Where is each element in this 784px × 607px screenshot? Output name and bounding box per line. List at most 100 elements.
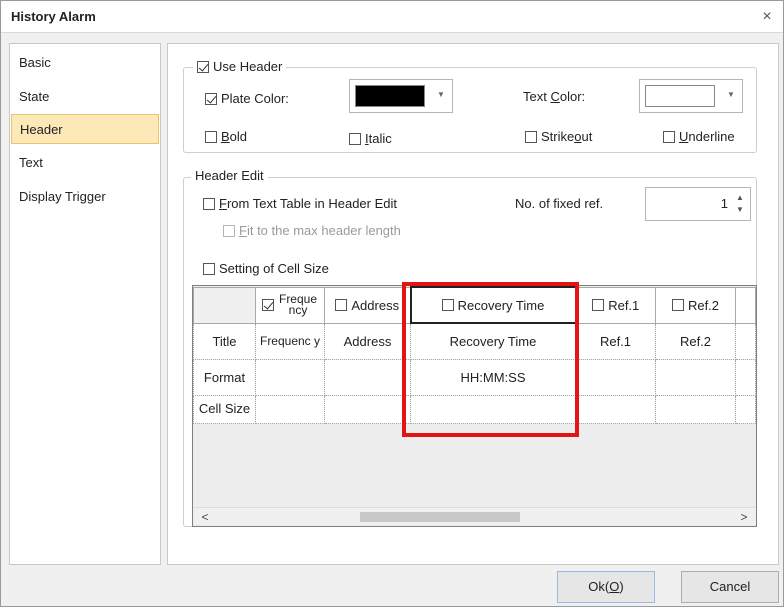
window-title: History Alarm [11,9,96,24]
column-header-address[interactable]: Address [324,286,411,324]
table-cell [735,394,756,424]
grid-overflow-cell [735,286,756,324]
use-header-label: Use Header [213,59,283,74]
column-recovery-time-label: Recovery Time [457,297,545,313]
sidebar-item-header[interactable]: Header [11,114,159,144]
cell-size-check-box[interactable] [203,262,215,275]
column-ref1-check-box[interactable] [592,299,605,311]
column-ref2-check-box[interactable] [671,299,684,311]
ok-button[interactable]: Ok(O) [557,571,655,603]
spin-up-icon[interactable]: ▲ [733,192,747,204]
table-cell[interactable] [255,394,325,424]
spin-down-icon[interactable]: ▼ [733,204,747,216]
plate-color-check-box[interactable] [205,92,217,105]
row-header-cell-size: Cell Size [193,394,256,424]
table-cell[interactable] [410,394,576,424]
column-ref2-label: Ref.2 [687,297,720,313]
column-frequency-check-box[interactable] [262,299,274,311]
fit-max-length-checkbox[interactable]: Fit to the max header length [223,223,401,238]
text-color-label: Text Color: [523,89,586,104]
italic-check-box[interactable] [349,132,361,145]
table-cell[interactable] [324,394,411,424]
column-header-ref1[interactable]: Ref.1 [575,286,656,324]
bold-checkbox[interactable]: Bold [205,129,247,144]
table-cell[interactable] [655,394,736,424]
header-table: Freque ncy Address Recovery Time Ref.1 R… [193,286,756,424]
sidebar-item-state[interactable]: State [11,82,159,112]
sidebar: Basic State Header Text Display Trigger [9,43,161,565]
cell-size-checkbox[interactable]: Setting of Cell Size [203,261,329,276]
text-color-swatch [645,85,715,107]
table-cell[interactable]: Recovery Time [410,322,576,360]
scroll-left-icon[interactable]: < [198,510,212,524]
use-header-check-box[interactable] [197,60,209,73]
scrollbar-thumb[interactable] [360,512,520,522]
table-row: Format HH:MM:SS [193,358,756,396]
fixed-ref-stepper[interactable]: 1 ▲ ▼ [645,187,751,221]
history-alarm-dialog: History Alarm × Basic State Header Text … [0,0,784,607]
fixed-ref-label: No. of fixed ref. [515,196,604,211]
plate-color-checkbox[interactable]: Plate Color: [205,91,289,106]
plate-color-label: Plate Color: [221,91,289,106]
header-grid: Freque ncy Address Recovery Time Ref.1 R… [192,285,757,527]
strikeout-label: Strikeout [541,129,593,144]
table-row: Cell Size [193,394,756,424]
table-cell[interactable] [324,358,411,396]
table-cell[interactable]: Frequenc y [255,322,325,360]
fit-max-length-label: Fit to the max header length [239,223,401,238]
column-address-check-box[interactable] [335,299,348,311]
sidebar-item-display-trigger[interactable]: Display Trigger [11,182,159,212]
table-cell [735,358,756,396]
underline-check-box[interactable] [663,130,675,143]
italic-label: Italic [365,131,392,146]
fixed-ref-value: 1 [720,196,728,211]
strikeout-checkbox[interactable]: Strikeout [525,129,592,144]
row-header-format: Format [193,358,256,396]
table-cell[interactable] [575,358,656,396]
from-text-table-checkbox[interactable]: From Text Table in Header Edit [203,196,397,211]
strikeout-check-box[interactable] [525,130,537,143]
cancel-button[interactable]: Cancel [681,571,779,603]
table-cell[interactable] [655,358,736,396]
close-icon[interactable]: × [757,7,777,27]
column-header-recovery-time[interactable]: Recovery Time [409,286,577,324]
table-cell[interactable] [255,358,325,396]
cell-size-label: Setting of Cell Size [219,261,329,276]
grid-header-row: Freque ncy Address Recovery Time Ref.1 R… [193,286,756,324]
table-row: Title Frequenc y Address Recovery Time R… [193,322,756,360]
from-text-table-check-box[interactable] [203,197,215,210]
horizontal-scrollbar[interactable]: < > [194,507,755,525]
header-edit-title: Header Edit [191,168,268,183]
sidebar-item-basic[interactable]: Basic [11,48,159,78]
column-recovery-time-check-box[interactable] [441,299,454,311]
table-cell[interactable]: Address [324,322,411,360]
italic-checkbox[interactable]: Italic [349,131,392,146]
column-frequency-label: Freque ncy [278,292,318,317]
chevron-down-icon: ▼ [727,90,735,99]
bold-label: Bold [221,129,248,144]
table-cell [735,322,756,360]
column-address-label: Address [351,297,400,313]
underline-checkbox[interactable]: Underline [663,129,735,144]
plate-color-swatch [355,85,425,107]
sidebar-item-text[interactable]: Text [11,148,159,178]
table-cell[interactable] [575,394,656,424]
bold-check-box[interactable] [205,130,217,143]
chevron-down-icon: ▼ [437,90,445,99]
underline-label: Underline [679,129,735,144]
scroll-right-icon[interactable]: > [737,510,751,524]
table-cell[interactable]: Ref.2 [655,322,736,360]
from-text-table-label: From Text Table in Header Edit [219,196,398,211]
column-ref1-label: Ref.1 [608,297,640,313]
plate-color-picker[interactable]: ▼ [349,79,453,113]
text-color-picker[interactable]: ▼ [639,79,743,113]
column-header-frequency[interactable]: Freque ncy [255,286,325,324]
use-header-checkbox[interactable]: Use Header [193,59,287,74]
grid-corner [193,286,256,324]
fit-max-length-check-box[interactable] [223,224,235,237]
title-bar: History Alarm × [1,1,783,33]
row-header-title: Title [193,322,256,360]
column-header-ref2[interactable]: Ref.2 [655,286,736,324]
table-cell[interactable]: HH:MM:SS [410,358,576,396]
table-cell[interactable]: Ref.1 [575,322,656,360]
